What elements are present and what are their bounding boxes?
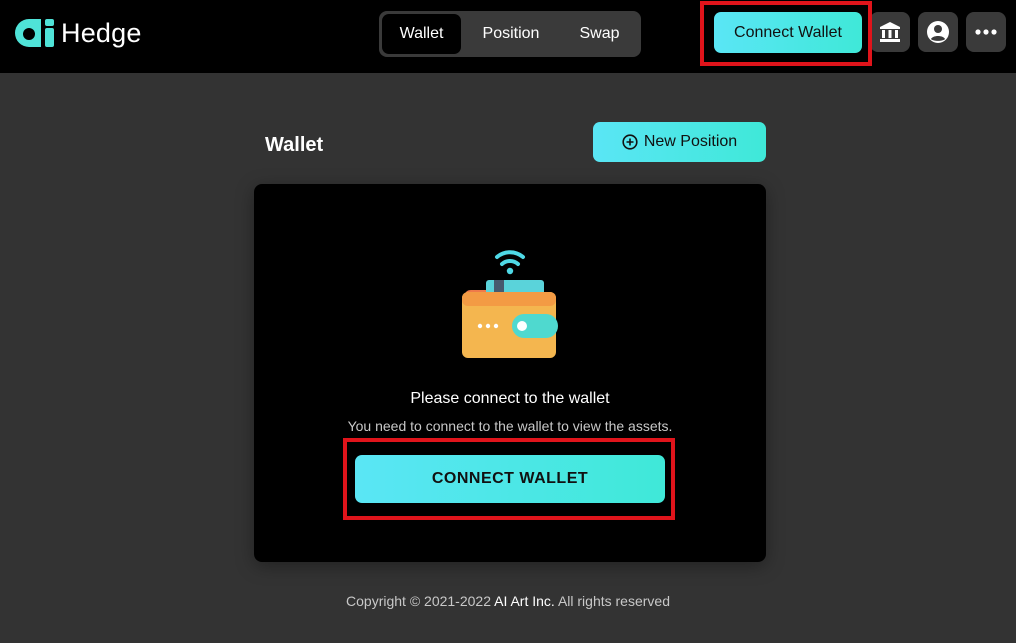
footer-copyright: Copyright © 2021-2022 — [346, 593, 491, 609]
more-icon — [975, 29, 997, 35]
footer: Copyright © 2021-2022 AI Art Inc. All ri… — [0, 592, 1016, 610]
card-subtitle: You need to connect to the wallet to vie… — [347, 418, 673, 434]
tab-swap[interactable]: Swap — [561, 14, 638, 54]
logo-text: Hedge — [61, 18, 142, 48]
footer-rights: All rights reserved — [557, 593, 670, 609]
footer-brand-link[interactable]: AI Art Inc. — [494, 593, 555, 609]
tab-wallet[interactable]: Wallet — [382, 14, 461, 54]
page-title: Wallet — [265, 134, 324, 156]
wallet-wifi-icon — [462, 250, 558, 358]
account-icon — [927, 21, 949, 43]
main-nav: Wallet Position Swap — [379, 11, 641, 57]
bank-icon — [880, 22, 900, 42]
card-title: Please connect to the wallet — [410, 390, 610, 407]
new-position-button[interactable]: New Position — [593, 122, 766, 162]
logo-mark-icon — [15, 19, 54, 47]
new-position-label: New Position — [643, 133, 738, 150]
account-button[interactable] — [918, 12, 958, 52]
app-logo[interactable]: Hedge — [14, 15, 142, 51]
wallet-card: Please connect to the wallet You need to… — [254, 184, 766, 562]
plus-circle-icon — [622, 134, 638, 150]
bank-button[interactable] — [870, 12, 910, 52]
connect-wallet-button[interactable]: Connect Wallet — [714, 12, 862, 53]
tab-position[interactable]: Position — [461, 14, 561, 54]
more-button[interactable] — [966, 12, 1006, 52]
connect-wallet-main-button[interactable]: CONNECT WALLET — [355, 455, 665, 503]
top-bar: Hedge Wallet Position Swap Connect Walle… — [0, 0, 1016, 73]
